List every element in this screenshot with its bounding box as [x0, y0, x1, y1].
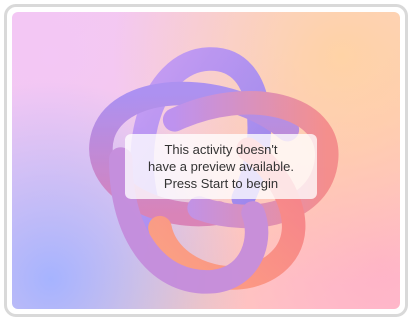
activity-preview: This activity doesn't have a preview ava… — [12, 12, 400, 309]
message-line-3: Press Start to begin — [163, 176, 279, 191]
message-line-1: This activity doesn't — [164, 142, 278, 157]
activity-preview-frame: This activity doesn't have a preview ava… — [4, 4, 408, 317]
message-line-2: have a preview available. — [148, 159, 294, 174]
no-preview-message: This activity doesn't have a preview ava… — [125, 134, 317, 199]
